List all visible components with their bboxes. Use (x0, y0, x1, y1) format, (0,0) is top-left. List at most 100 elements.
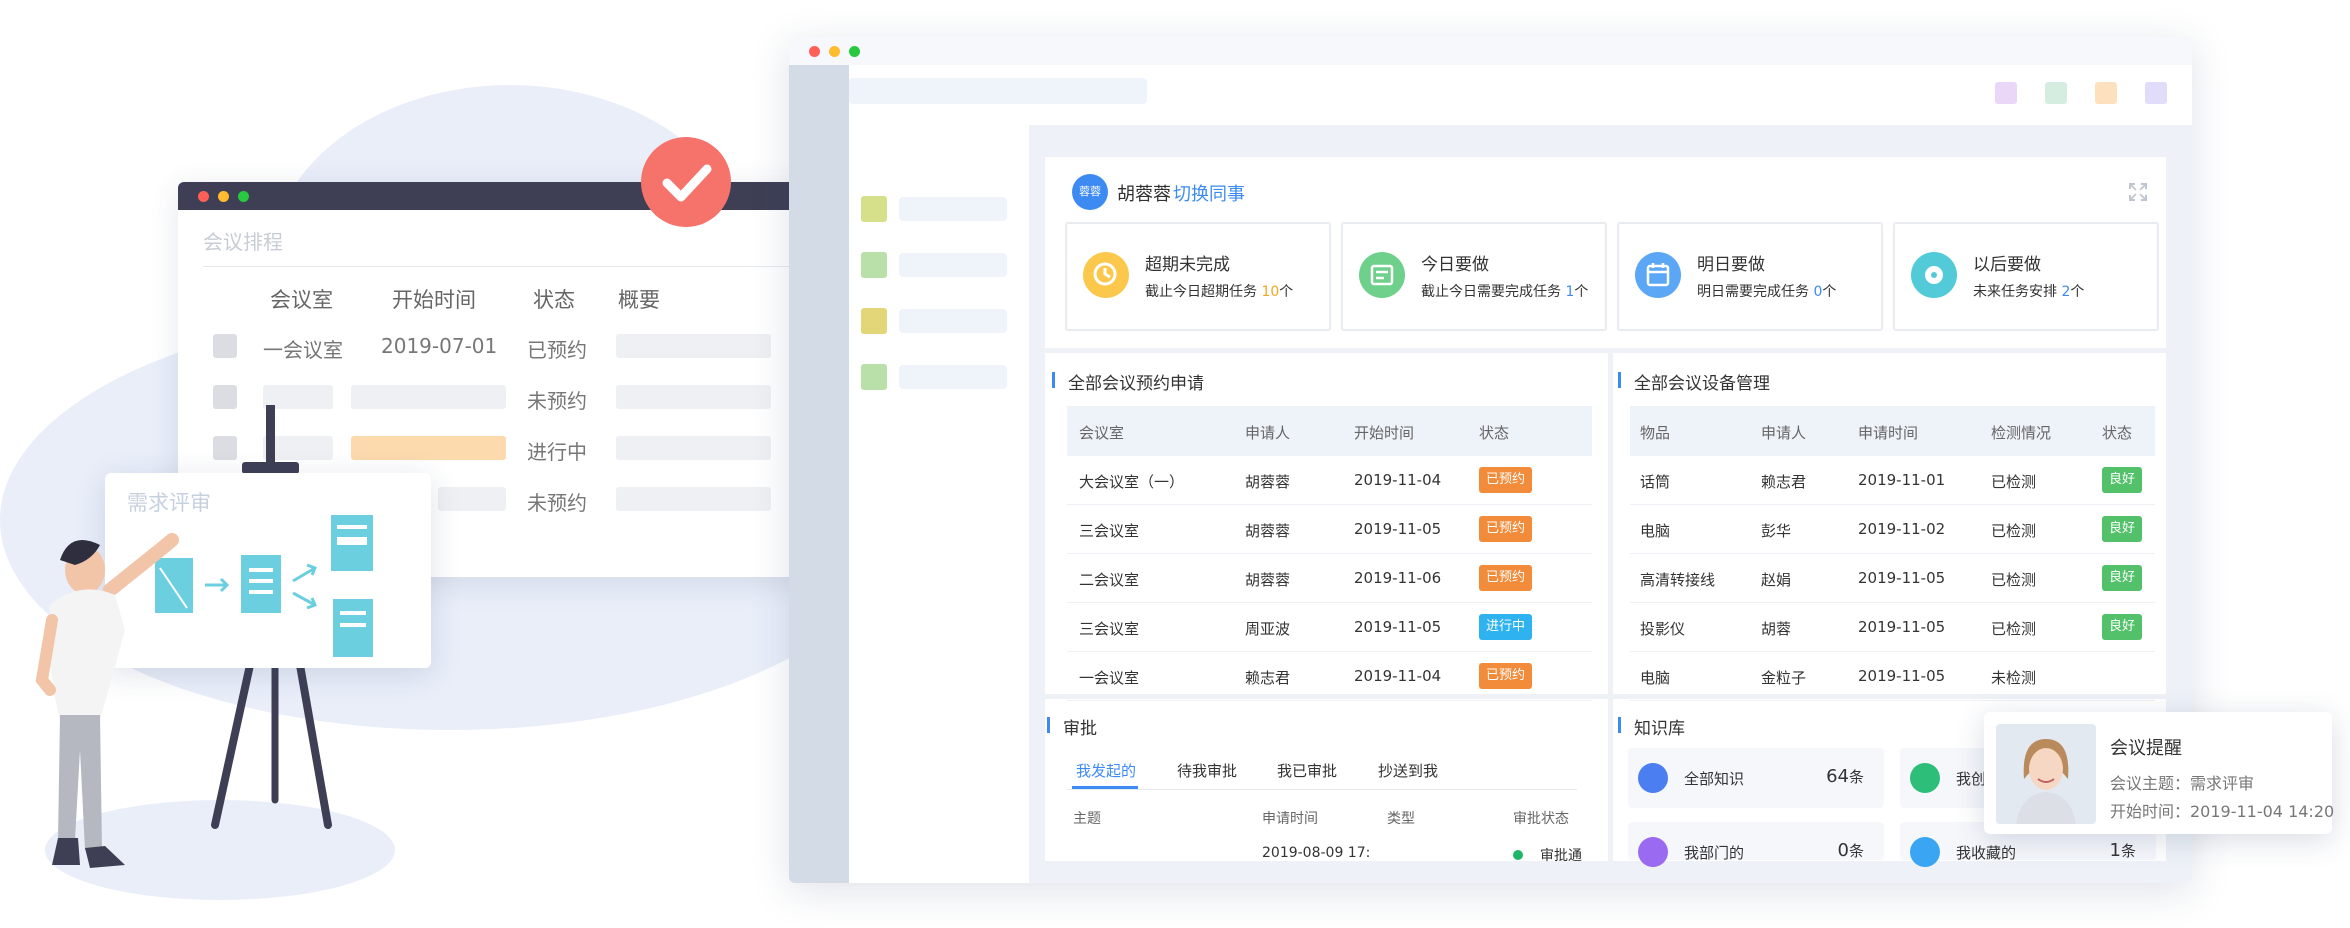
table-row[interactable]: 三会议室 周亚波 2019-11-05 进行中 (1067, 603, 1592, 652)
search-placeholder[interactable] (849, 78, 1147, 104)
cell-time: 2019-11-06 (1354, 569, 1442, 587)
table-row[interactable]: 电脑 彭华 2019-11-02 已检测 良好 (1630, 505, 2155, 554)
user-name: 胡蓉蓉 (1117, 184, 1171, 205)
row-checkbox[interactable] (213, 334, 237, 358)
status-dot-icon (1513, 850, 1523, 860)
knowledge-label: 全部知识 (1684, 770, 1745, 788)
nav-icon[interactable] (861, 308, 887, 334)
approval-title: 审批 (1047, 714, 1097, 739)
cell-applicant: 赖志君 (1761, 473, 1807, 491)
booking-table-header: 会议室 申请人 开始时间 状态 (1067, 406, 1592, 456)
header-app-icon[interactable] (1995, 82, 2017, 104)
nav-item-placeholder[interactable] (899, 253, 1007, 277)
table-row[interactable]: 高清转接线 赵娟 2019-11-05 已检测 良好 (1630, 554, 2155, 603)
section-divider (1045, 348, 2166, 353)
target-icon (1911, 252, 1957, 298)
schedule-time: 2019-07-01 (381, 334, 498, 358)
table-row[interactable]: 大会议室（一） 胡蓉蓉 2019-11-04 已预约 (1067, 456, 1592, 505)
card-subtitle: 截止今日超期任务 10个 (1145, 284, 1294, 300)
card-overdue[interactable]: 超期未完成 截止今日超期任务 10个 (1065, 222, 1331, 331)
cell-item: 话筒 (1640, 473, 1671, 491)
status-badge: 已预约 (1479, 565, 1533, 591)
cell-applicant: 金粒子 (1761, 669, 1807, 687)
status-badge: 良好 (2102, 565, 2143, 591)
close-dot[interactable] (809, 46, 820, 57)
cell-applicant: 胡蓉蓉 (1245, 473, 1291, 491)
table-row[interactable]: 投影仪 胡蓉 2019-11-05 已检测 良好 (1630, 603, 2155, 652)
col-header-type: 类型 (1387, 811, 1415, 827)
nav-icon[interactable] (861, 252, 887, 278)
cell-time: 2019-11-02 (1858, 520, 1946, 538)
cell-time: 2019-11-04 (1354, 667, 1442, 685)
table-row[interactable]: 话筒 赖志君 2019-11-01 已检测 良好 (1630, 456, 2155, 505)
knowledge-label: 我收藏的 (1956, 844, 2017, 862)
cell-time: 2019-11-05 (1354, 618, 1442, 636)
time-placeholder-highlight (351, 436, 506, 460)
reminder-start-time: 开始时间：2019-11-04 14:20 (2110, 802, 2335, 821)
card-title: 今日要做 (1421, 255, 1489, 275)
minimize-dot[interactable] (829, 46, 840, 57)
book-icon (1638, 763, 1668, 793)
col-header-approval-status: 审批状态 (1513, 811, 1569, 827)
user-avatar-small: 蓉蓉 (1072, 174, 1108, 210)
card-tomorrow[interactable]: 明日要做 明日需要完成任务 0个 (1617, 222, 1883, 331)
nav-item-placeholder[interactable] (899, 365, 1007, 389)
schedule-status: 未预约 (527, 491, 587, 515)
header-app-icon[interactable] (2145, 82, 2167, 104)
booking-title: 全部会议预约申请 (1052, 369, 1204, 394)
cell-room: 大会议室（一） (1079, 473, 1185, 491)
document-icon (1910, 763, 1940, 793)
col-header-status: 状态 (2102, 424, 2133, 442)
col-header-room: 会议室 (1079, 424, 1125, 442)
cell-time: 2019-11-05 (1858, 569, 1946, 587)
cell-applicant: 赖志君 (1245, 669, 1291, 687)
department-icon (1638, 837, 1668, 867)
window-titlebar (789, 37, 2192, 65)
minimize-dot (218, 191, 229, 202)
tab-cc[interactable]: 抄送到我 (1378, 760, 1438, 781)
nav-icon[interactable] (861, 196, 887, 222)
summary-placeholder (616, 436, 771, 460)
cell-time: 2019-11-05 (1354, 520, 1442, 538)
table-row[interactable]: 电脑 金粒子 2019-11-05 未检测 (1630, 652, 2155, 701)
card-later[interactable]: 以后要做 未来任务安排 2个 (1893, 222, 2159, 331)
nav-icon[interactable] (861, 364, 887, 390)
knowledge-all[interactable]: 全部知识 64条 (1628, 748, 1884, 808)
nav-item-placeholder[interactable] (899, 309, 1007, 333)
knowledge-department[interactable]: 我部门的 0条 (1628, 822, 1884, 867)
col-header-check: 检测情况 (1991, 424, 2052, 442)
tab-initiated[interactable]: 我发起的 (1076, 760, 1136, 781)
table-row[interactable]: 三会议室 胡蓉蓉 2019-11-05 已预约 (1067, 505, 1592, 554)
header-app-icon[interactable] (2095, 82, 2117, 104)
col-header-time: 申请时间 (1858, 424, 1919, 442)
maximize-dot[interactable] (849, 46, 860, 57)
header-app-icon[interactable] (2045, 82, 2067, 104)
meeting-reminder-popup[interactable]: 会议提醒 会议主题：需求评审 开始时间：2019-11-04 14:20 (1984, 712, 2335, 834)
knowledge-label: 我部门的 (1684, 844, 1745, 862)
reminder-topic: 会议主题：需求评审 (2110, 774, 2255, 793)
card-subtitle: 未来任务安排 2个 (1973, 284, 2085, 300)
cell-room: 二会议室 (1079, 571, 1140, 589)
reminder-photo (1996, 724, 2096, 824)
fullscreen-icon[interactable] (2128, 182, 2148, 202)
col-header-applicant: 申请人 (1761, 424, 1807, 442)
card-title: 明日要做 (1697, 255, 1765, 275)
task-list-icon (1359, 252, 1405, 298)
tab-pending[interactable]: 待我审批 (1177, 760, 1237, 781)
col-header-room: 会议室 (270, 288, 333, 312)
cell-room: 三会议室 (1079, 522, 1140, 540)
table-row[interactable]: 二会议室 胡蓉蓉 2019-11-06 已预约 (1067, 554, 1592, 603)
tab-approved[interactable]: 我已审批 (1277, 760, 1337, 781)
card-today[interactable]: 今日要做 截止今日需要完成任务 1个 (1341, 222, 1607, 331)
cell-applicant: 彭华 (1761, 522, 1792, 540)
knowledge-count: 64条 (1826, 766, 1864, 787)
cell-item: 电脑 (1640, 522, 1671, 540)
table-row[interactable]: 一会议室 赖志君 2019-11-04 已预约 (1067, 652, 1592, 701)
col-header-subject: 主题 (1073, 811, 1101, 827)
switch-colleague-link[interactable]: 切换同事 (1173, 180, 1245, 206)
card-count: 10 (1261, 284, 1280, 300)
cell-time: 2019-11-05 (1858, 618, 1946, 636)
clock-icon (1083, 252, 1129, 298)
nav-item-placeholder[interactable] (899, 197, 1007, 221)
cell-room: 一会议室 (1079, 669, 1140, 687)
